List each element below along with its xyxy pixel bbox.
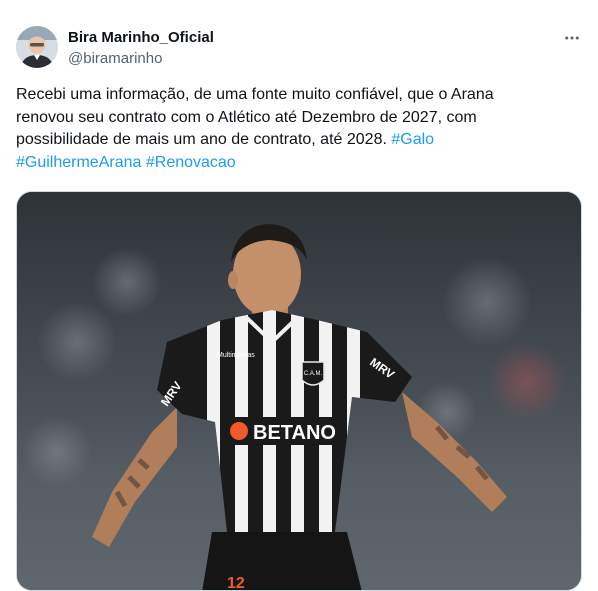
more-options-button[interactable] xyxy=(558,27,586,49)
shirt-number-text: 12 xyxy=(227,575,245,591)
crest-text: C.A.M. xyxy=(304,371,323,377)
player-photo: C.A.M. Multimarcas MRV MRV BETANO 12 xyxy=(17,192,581,591)
author-handle[interactable]: @biramarinho xyxy=(68,50,162,67)
tweet-text-line: Recebi uma informação, de uma fonte muit… xyxy=(16,84,584,107)
more-horizontal-icon xyxy=(565,36,579,40)
tweet-text-segment: renovou seu contrato com o Atlético até … xyxy=(16,108,477,126)
shirt-maker-text: Multimarcas xyxy=(217,352,255,359)
tweet-text-line: renovou seu contrato com o Atlético até … xyxy=(16,107,584,130)
tweet-card: Bira Marinho_Oficial @biramarinho Recebi… xyxy=(0,0,598,591)
tweet-text-segment: possibilidade de mais um ano de contrato… xyxy=(16,131,387,148)
hashtag-link[interactable]: #Galo xyxy=(391,131,434,148)
shirt-sponsor-text: BETANO xyxy=(253,422,336,444)
tweet-text-line: possibilidade de mais um ano de contrato… xyxy=(16,129,584,152)
author-display-name[interactable]: Bira Marinho_Oficial xyxy=(68,29,214,46)
hashtag-link[interactable]: #GuilhermeArana xyxy=(16,154,141,171)
tweet-text-line: #GuilhermeArana #Renovacao xyxy=(16,152,584,175)
tweet-text: Recebi uma informação, de uma fonte muit… xyxy=(16,84,584,174)
avatar-photo xyxy=(16,26,58,68)
hashtag-link[interactable]: #Renovacao xyxy=(146,154,236,171)
author-avatar[interactable] xyxy=(16,26,58,68)
tweet-text-segment: Recebi uma informação, de uma fonte muit… xyxy=(16,86,494,103)
tweet-media-photo[interactable]: C.A.M. Multimarcas MRV MRV BETANO 12 xyxy=(16,191,582,591)
